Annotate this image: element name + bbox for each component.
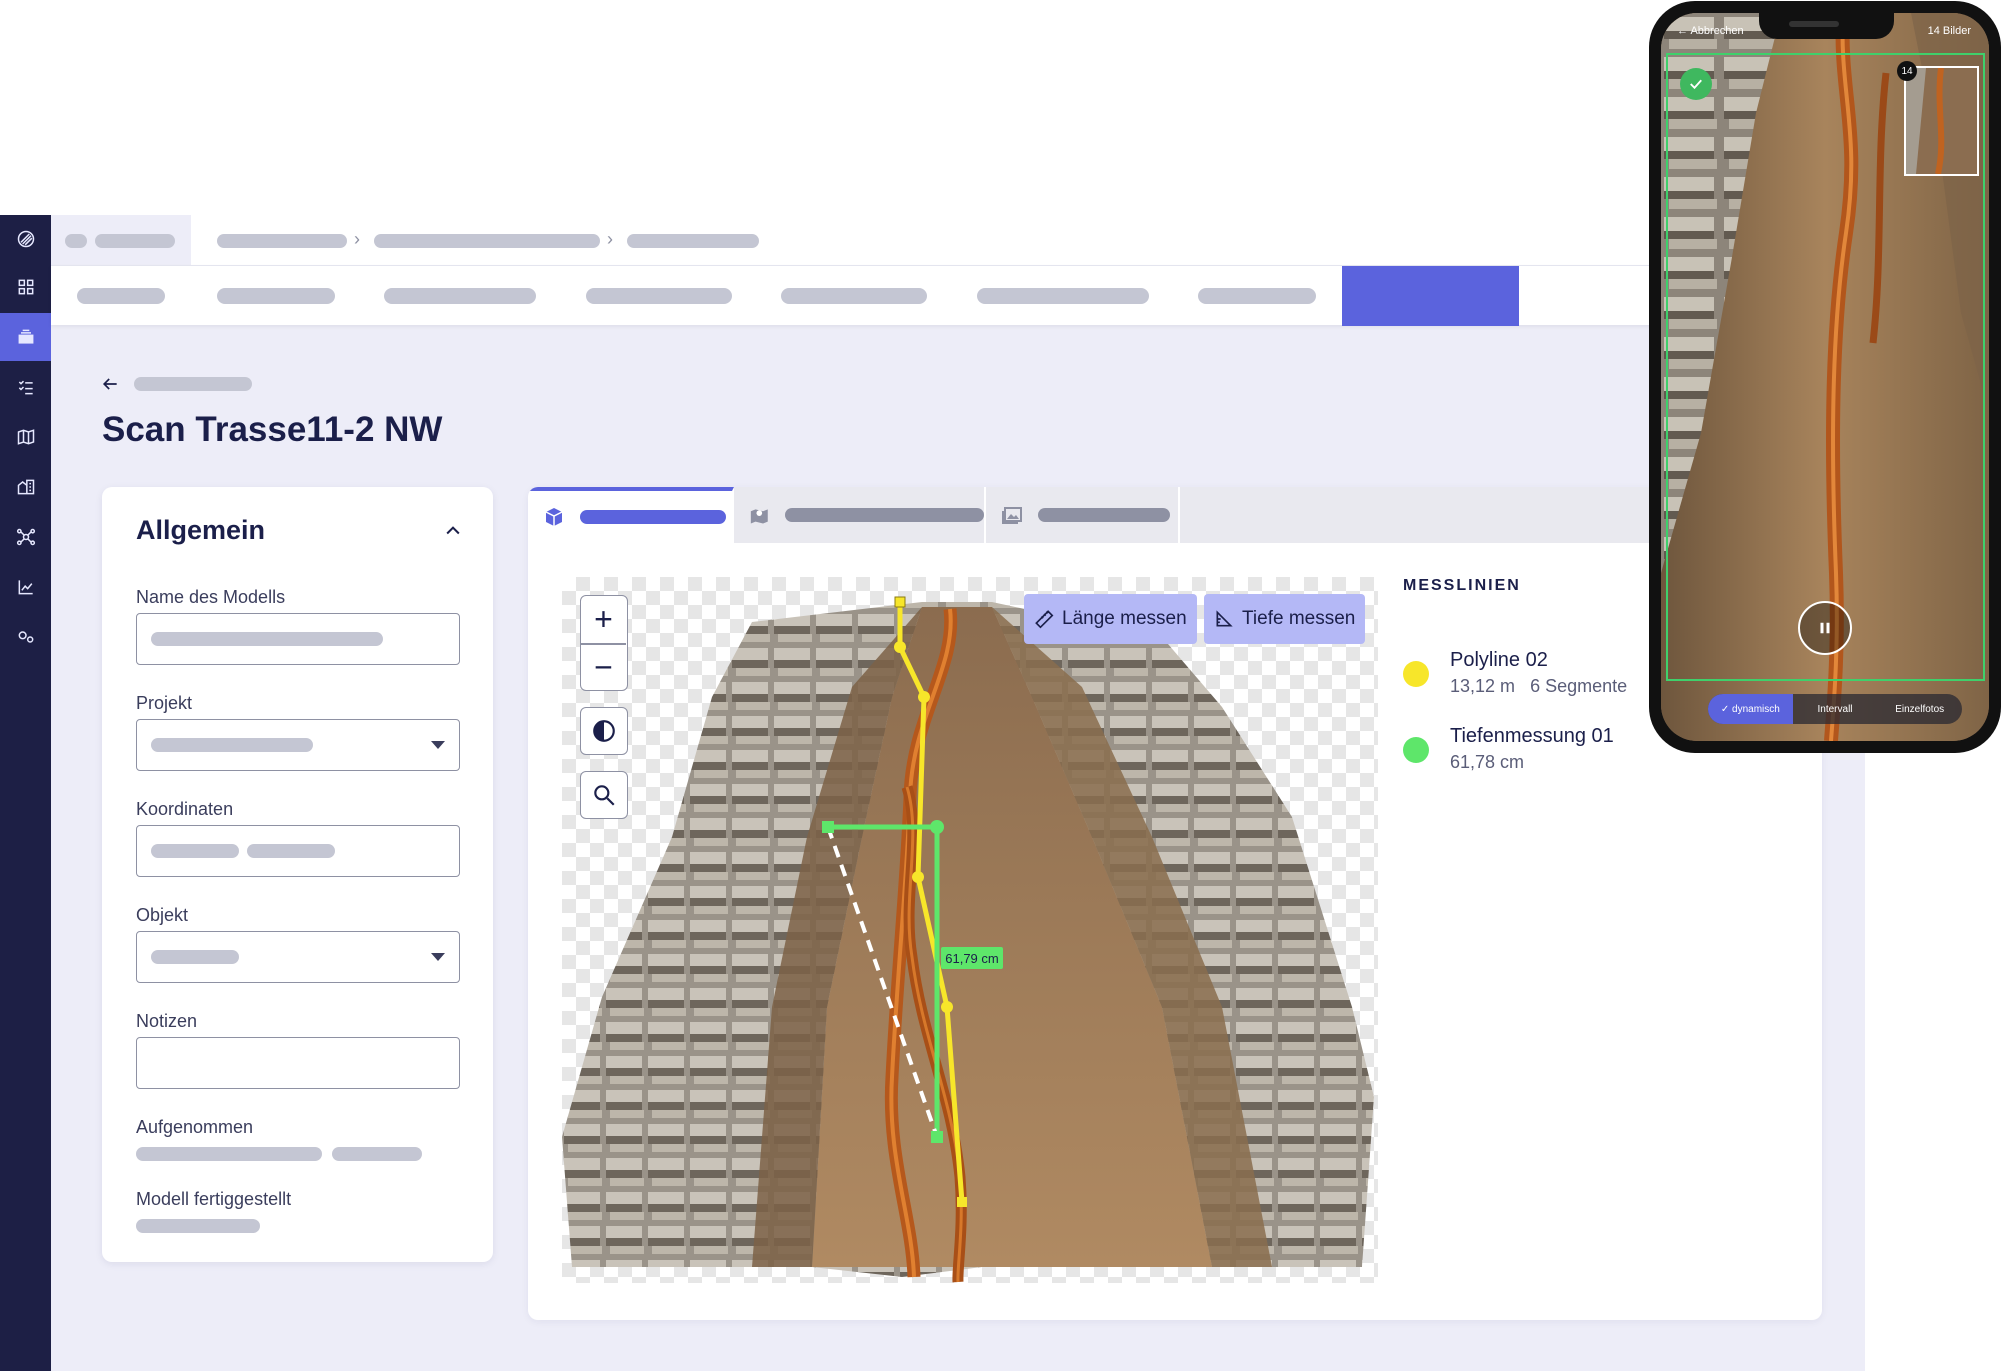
capture-mode-switch: ✓ dynamisch Intervall Einzelfotos [1708, 694, 1962, 724]
search-icon [594, 785, 615, 806]
chart-icon[interactable] [0, 563, 51, 611]
phone-mockup: ← Abbrechen 14 Bilder 14 ✓ dynamisch Int… [1649, 1, 2001, 753]
breadcrumb-item[interactable] [374, 234, 600, 248]
buildings-icon[interactable] [0, 463, 51, 511]
nav-item[interactable] [977, 288, 1149, 304]
nav-item[interactable] [217, 288, 335, 304]
layers-icon[interactable] [0, 313, 51, 361]
tab-images[interactable] [986, 487, 1180, 543]
measure-length-button[interactable]: Länge messen [1024, 594, 1197, 644]
mode-interval[interactable]: Intervall [1793, 694, 1878, 724]
cube-icon [545, 508, 563, 526]
nav-item[interactable] [384, 288, 536, 304]
viewer-tabs [528, 487, 1822, 543]
mode-dynamic[interactable]: ✓ dynamisch [1708, 694, 1793, 724]
image-icon [1002, 507, 1022, 524]
notes-label: Notizen [136, 1011, 198, 1031]
recorded-value [136, 1147, 322, 1161]
trench-scan[interactable]: 61,79 cm [562, 577, 1378, 1283]
breadcrumb: › › [51, 215, 1651, 265]
last-photo-thumbnail[interactable] [1904, 66, 1979, 176]
chevron-down-icon [431, 953, 445, 961]
phone-screen: ← Abbrechen 14 Bilder 14 ✓ dynamisch Int… [1661, 13, 1989, 741]
page-title: Scan Trasse11-2 NW [102, 410, 443, 449]
model-name-input[interactable] [136, 613, 460, 665]
settings-icon[interactable] [0, 613, 51, 661]
nav-item[interactable] [781, 288, 927, 304]
photo-count-badge: 14 [1897, 61, 1917, 81]
map-pin-icon [750, 509, 768, 524]
contrast-icon [593, 720, 615, 742]
zoom-in-button[interactable]: + [581, 596, 626, 642]
general-card: Allgemein Name des Modells Projekt Koord… [102, 487, 493, 1262]
phone-cancel-button[interactable]: ← Abbrechen [1677, 25, 1744, 37]
checklist-icon[interactable] [0, 363, 51, 411]
phone-image-count: 14 Bilder [1927, 25, 1971, 37]
coordinates-label: Koordinaten [136, 799, 234, 819]
network-icon[interactable] [0, 513, 51, 561]
completed-value [136, 1219, 260, 1233]
dashboard-icon[interactable] [0, 263, 51, 311]
model-name-label: Name des Modells [136, 587, 286, 607]
measure-depth-button[interactable]: Tiefe messen [1204, 594, 1366, 644]
back-link[interactable] [100, 374, 252, 394]
tab-map[interactable] [734, 487, 986, 543]
zoom-out-button[interactable]: − [581, 644, 626, 690]
triangle-ruler-icon [1216, 610, 1233, 627]
breadcrumb-item[interactable] [627, 234, 759, 248]
contrast-button[interactable] [580, 707, 628, 755]
tab-3d-model[interactable] [528, 487, 734, 543]
mode-single[interactable]: Einzelfotos [1877, 694, 1962, 724]
card-title: Allgemein [136, 515, 266, 545]
nav-item-active[interactable] [1342, 266, 1519, 326]
app-logo-icon[interactable] [0, 215, 51, 263]
chevron-right-icon: › [607, 229, 613, 249]
module-nav [51, 265, 1651, 326]
phone-notch [1759, 13, 1894, 39]
project-select[interactable] [136, 719, 460, 771]
search-button[interactable] [580, 771, 628, 819]
chevron-up-icon[interactable] [443, 521, 463, 541]
object-label: Objekt [136, 905, 189, 925]
chevron-right-icon: › [354, 229, 360, 249]
depth-label: 61,79 cm [945, 951, 998, 966]
pause-button[interactable] [1798, 601, 1852, 655]
measurements-title: MESSLINIEN [1403, 577, 1521, 594]
completed-label: Modell fertiggestellt [136, 1189, 292, 1209]
pause-icon [1820, 622, 1830, 634]
nav-item[interactable] [1198, 288, 1316, 304]
arrow-left-icon [102, 378, 117, 390]
yellow-dot-icon [1403, 661, 1429, 687]
sidebar [0, 215, 51, 1371]
viewer-panel: 61,79 cm + − Länge messen Tiefe messen M… [528, 487, 1822, 1320]
ruler-icon [1035, 610, 1054, 629]
home-tab[interactable] [51, 215, 191, 265]
green-dot-icon [1403, 737, 1429, 763]
recorded-label: Aufgenommen [136, 1117, 254, 1137]
map-icon[interactable] [0, 413, 51, 461]
nav-item[interactable] [586, 288, 732, 304]
project-label: Projekt [136, 693, 193, 713]
zoom-controls: + − [580, 595, 628, 691]
recorded-time [332, 1147, 422, 1161]
chevron-down-icon [431, 741, 445, 749]
breadcrumb-item[interactable] [217, 234, 347, 248]
object-select[interactable] [136, 931, 460, 983]
notes-input[interactable] [136, 1037, 460, 1089]
3d-viewer[interactable]: 61,79 cm + − Länge messen Tiefe messen [562, 577, 1378, 1283]
nav-item[interactable] [77, 288, 165, 304]
coordinates-input[interactable] [136, 825, 460, 877]
check-icon [1680, 68, 1712, 100]
